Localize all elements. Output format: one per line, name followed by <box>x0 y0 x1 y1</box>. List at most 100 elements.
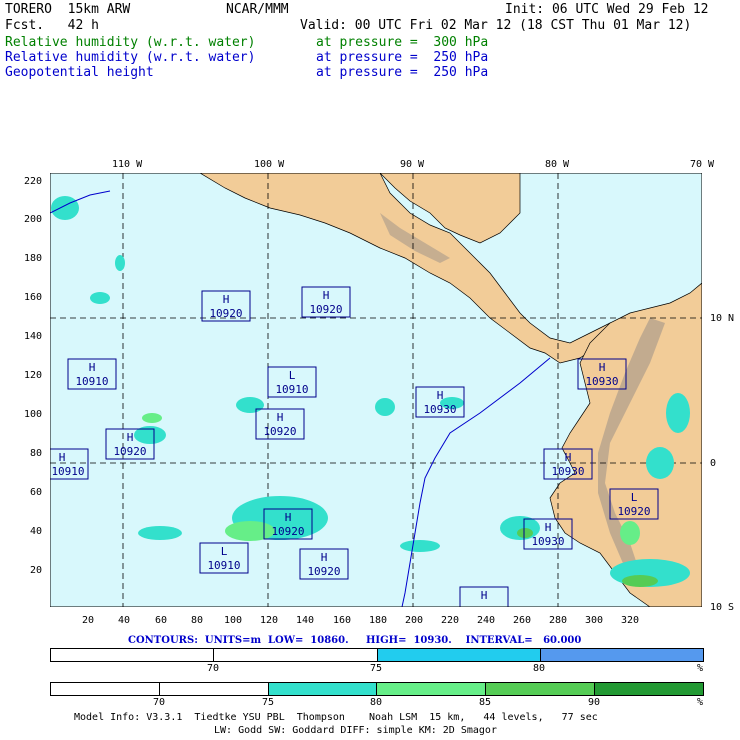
field-2-name: Relative humidity (w.r.t. water) <box>5 50 256 65</box>
svg-text:H: H <box>437 389 444 402</box>
colorbar2-tick: 85 <box>479 697 492 708</box>
colorbar-segment <box>51 649 215 661</box>
x-tick-220: 220 <box>441 615 460 626</box>
svg-text:H: H <box>545 521 552 534</box>
svg-text:H: H <box>565 451 572 464</box>
svg-text:L: L <box>631 491 638 504</box>
svg-text:10920: 10920 <box>209 307 242 320</box>
colorbar1-tick: 75 <box>370 663 383 674</box>
y-tick-220: 220 <box>24 176 43 187</box>
svg-text:H: H <box>127 431 134 444</box>
svg-text:10930: 10930 <box>551 465 584 478</box>
x-tick-320: 320 <box>621 615 640 626</box>
colorbar1-tick: 80 <box>533 663 546 674</box>
x-tick-160: 160 <box>333 615 352 626</box>
forecast-hour: Fcst. 42 h <box>5 18 99 33</box>
y-tick-20: 20 <box>30 565 43 576</box>
x-tick-120: 120 <box>260 615 279 626</box>
svg-text:10920: 10920 <box>307 565 340 578</box>
lat-label-10s: 10 S <box>710 602 735 613</box>
svg-text:H: H <box>599 361 606 374</box>
svg-text:10930: 10930 <box>423 403 456 416</box>
svg-text:H: H <box>277 411 284 424</box>
colorbar2-tick: 80 <box>370 697 383 708</box>
svg-text:10930: 10930 <box>531 535 564 548</box>
svg-text:H: H <box>89 361 96 374</box>
colorbar2-unit: % <box>697 697 704 708</box>
svg-text:H: H <box>321 551 328 564</box>
colorbar2-tick: 90 <box>588 697 601 708</box>
valid-time: Valid: 00 UTC Fri 02 Mar 12 (18 CST Thu … <box>300 18 692 33</box>
lon-label-70w: 70 W <box>690 159 715 170</box>
svg-text:H: H <box>481 589 488 602</box>
colorbar2-tick: 70 <box>153 697 166 708</box>
init-time: Init: 06 UTC Wed 29 Feb 12 <box>505 2 709 17</box>
field-3-level: at pressure = 250 hPa <box>316 65 489 80</box>
colorbar-segment <box>51 683 160 695</box>
svg-text:H: H <box>59 451 66 464</box>
x-tick-280: 280 <box>549 615 568 626</box>
svg-text:L: L <box>289 369 296 382</box>
y-tick-160: 160 <box>24 292 43 303</box>
weather-map: H 10920 H 10920 H 10910 L 10910 H 10920 … <box>50 173 702 607</box>
field-1-level: at pressure = 300 hPa <box>316 35 489 50</box>
svg-text:10910: 10910 <box>75 375 108 388</box>
x-tick-240: 240 <box>477 615 496 626</box>
colorbar-segment <box>595 683 703 695</box>
colorbar-rh-300 <box>50 682 704 696</box>
field-2-level: at pressure = 250 hPa <box>316 50 489 65</box>
field-1-name: Relative humidity (w.r.t. water) <box>5 35 256 50</box>
x-tick-180: 180 <box>369 615 388 626</box>
lon-label-80w: 80 W <box>545 159 570 170</box>
svg-text:10910: 10910 <box>51 465 84 478</box>
colorbar1-unit: % <box>697 663 704 674</box>
x-tick-260: 260 <box>513 615 532 626</box>
lat-label-10n: 10 N <box>710 313 735 324</box>
field-3-name: Geopotential height <box>5 65 154 80</box>
x-tick-100: 100 <box>224 615 243 626</box>
lat-label-0: 0 <box>710 458 717 469</box>
colorbar-segment <box>159 683 269 695</box>
y-tick-120: 120 <box>24 370 43 381</box>
x-tick-300: 300 <box>585 615 604 626</box>
svg-text:H: H <box>223 293 230 306</box>
y-tick-200: 200 <box>24 214 43 225</box>
y-tick-100: 100 <box>24 409 43 420</box>
x-tick-60: 60 <box>155 615 168 626</box>
x-tick-40: 40 <box>118 615 131 626</box>
y-tick-180: 180 <box>24 253 43 264</box>
svg-text:10930: 10930 <box>585 375 618 388</box>
svg-text:H: H <box>323 289 330 302</box>
svg-text:10920: 10920 <box>263 425 296 438</box>
x-tick-80: 80 <box>191 615 204 626</box>
model-title: TORERO 15km ARW <box>5 2 131 17</box>
colorbar-segment <box>540 649 703 661</box>
physics-info: LW: Godd SW: Goddard DIFF: simple KM: 2D… <box>214 725 497 736</box>
x-tick-140: 140 <box>296 615 315 626</box>
colorbar-segment <box>214 649 378 661</box>
svg-text:10920: 10920 <box>309 303 342 316</box>
y-tick-60: 60 <box>30 487 43 498</box>
colorbar-segment <box>377 649 541 661</box>
y-tick-80: 80 <box>30 448 43 459</box>
svg-text:H: H <box>285 511 292 524</box>
colorbar-rh-250 <box>50 648 704 662</box>
y-tick-140: 140 <box>24 331 43 342</box>
model-info: Model Info: V3.3.1 Tiedtke YSU PBL Thomp… <box>74 712 598 723</box>
lon-label-100w: 100 W <box>254 159 285 170</box>
colorbar-segment <box>486 683 596 695</box>
svg-text:10920: 10920 <box>617 505 650 518</box>
svg-text:10920: 10920 <box>271 525 304 538</box>
svg-text:10920: 10920 <box>113 445 146 458</box>
svg-text:10910: 10910 <box>275 383 308 396</box>
x-tick-200: 200 <box>405 615 424 626</box>
colorbar-segment <box>268 683 378 695</box>
lon-label-110w: 110 W <box>112 159 143 170</box>
org-label: NCAR/MMM <box>226 2 289 17</box>
svg-text:10910: 10910 <box>207 559 240 572</box>
lon-label-90w: 90 W <box>400 159 425 170</box>
svg-text:L: L <box>221 545 228 558</box>
colorbar-segment <box>377 683 487 695</box>
colorbar1-tick: 70 <box>207 663 220 674</box>
colorbar2-tick: 75 <box>262 697 275 708</box>
